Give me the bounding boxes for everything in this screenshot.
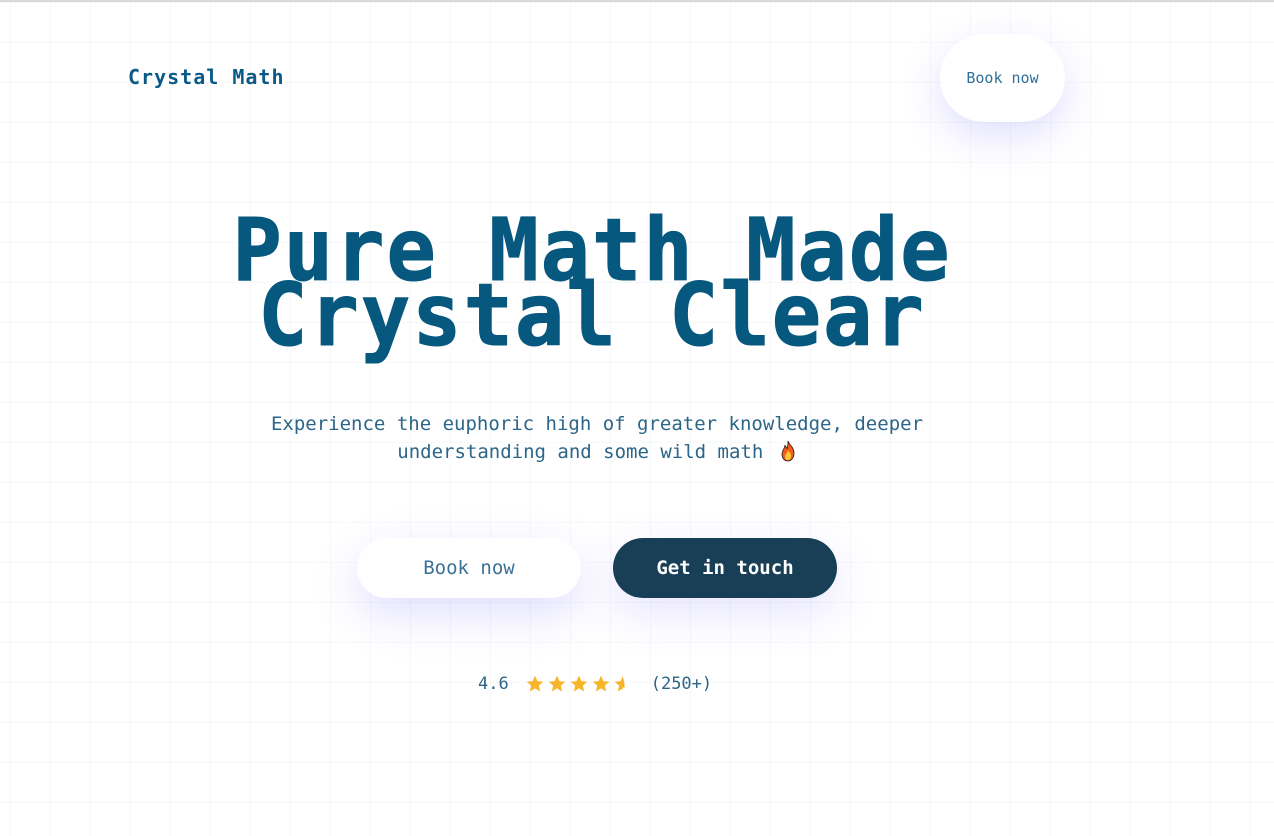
star-icon [526,675,544,692]
nav-book-now-button[interactable]: Book now [940,34,1065,122]
hero-subtitle: Experience the euphoric high of greater … [200,410,994,466]
logo[interactable]: Crystal Math [128,62,285,92]
star-icon [548,675,566,692]
star-icon [570,675,588,692]
hero-title: Pure Math Made Crystal Clear [0,207,1184,366]
get-in-touch-button[interactable]: Get in touch [613,538,837,598]
hero-subtitle-line-1: Experience the euphoric high of greater … [270,413,924,435]
cta-buttons: Book now Get in touch [357,538,837,598]
book-now-button[interactable]: Book now [357,538,581,598]
hero-title-line-2: Crystal Clear [258,266,926,366]
top-border [0,0,1274,2]
star-icon [592,675,610,692]
fire-icon [781,440,795,462]
hero-subtitle-line-2: understanding and some wild math [397,441,764,463]
rating-value: 4.6 [478,674,509,694]
star-rating [525,674,633,694]
half-star-icon [614,675,632,692]
rating: 4.6 (250+) [478,672,712,696]
rating-count: (250+) [650,674,713,694]
